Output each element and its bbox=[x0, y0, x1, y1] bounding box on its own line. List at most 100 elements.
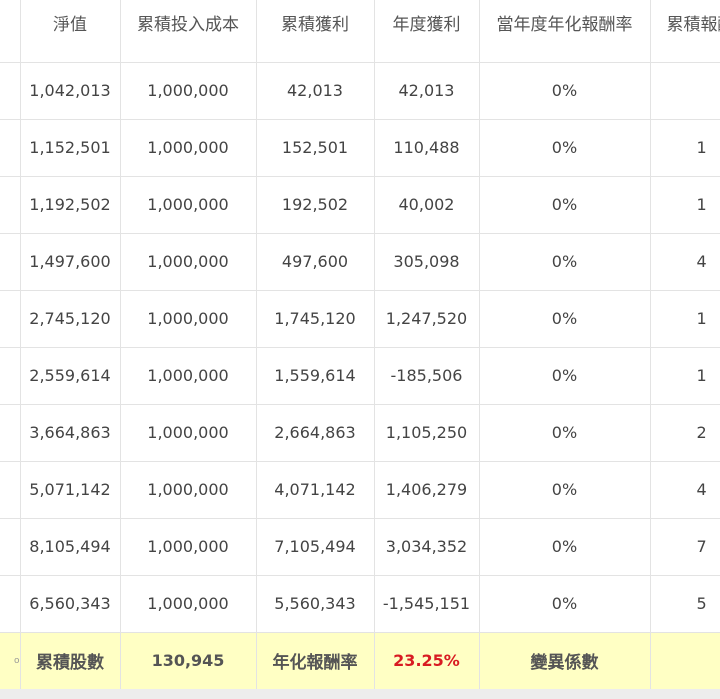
cell-cumulative-profit[interactable]: 2,664,863 bbox=[256, 404, 375, 462]
cell-cumulative-return[interactable]: 1 bbox=[650, 176, 720, 234]
shares-label: 累積股數 bbox=[20, 632, 121, 690]
header-cell-edge bbox=[0, 0, 21, 63]
table-row: 1,497,600 1,000,000 497,600 305,098 0% 4 bbox=[0, 233, 720, 291]
cell-cumulative-return[interactable]: 1 bbox=[650, 290, 720, 348]
cell-cumulative-profit[interactable]: 7,105,494 bbox=[256, 518, 375, 576]
cell-annualized-return[interactable]: 0% bbox=[479, 461, 651, 519]
cell-annual-profit[interactable]: -1,545,151 bbox=[374, 575, 480, 633]
cell-cumulative-cost[interactable]: 1,000,000 bbox=[120, 404, 257, 462]
cell-net-value[interactable]: 1,152,501 bbox=[20, 119, 121, 177]
cell-cumulative-cost[interactable]: 1,000,000 bbox=[120, 347, 257, 405]
header-cumulative-cost: 累積投入成本 bbox=[120, 0, 257, 63]
cell-net-value[interactable]: 8,105,494 bbox=[20, 518, 121, 576]
cell-annual-profit[interactable]: 40,002 bbox=[374, 176, 480, 234]
variation-value[interactable] bbox=[650, 632, 720, 690]
variation-label: 變異係數 bbox=[479, 632, 651, 690]
cell-edge[interactable] bbox=[0, 233, 21, 291]
cell-annualized-return[interactable]: 0% bbox=[479, 119, 651, 177]
cell-net-value[interactable]: 3,664,863 bbox=[20, 404, 121, 462]
summary-edge-cell: o bbox=[0, 632, 21, 690]
cell-net-value[interactable]: 2,559,614 bbox=[20, 347, 121, 405]
table-row: 2,745,120 1,000,000 1,745,120 1,247,520 0% 1 bbox=[0, 290, 720, 348]
table-row: 1,152,501 1,000,000 152,501 110,488 0% 1 bbox=[0, 119, 720, 177]
cell-edge[interactable] bbox=[0, 575, 21, 633]
cell-cumulative-profit[interactable]: 4,071,142 bbox=[256, 461, 375, 519]
investment-table: 淨值 累積投入成本 累積獲利 年度獲利 當年度年化報酬率 累積報酬 1,042,… bbox=[0, 0, 720, 690]
cell-cumulative-profit[interactable]: 42,013 bbox=[256, 62, 375, 120]
cell-cumulative-cost[interactable]: 1,000,000 bbox=[120, 62, 257, 120]
cell-cumulative-cost[interactable]: 1,000,000 bbox=[120, 461, 257, 519]
header-cumulative-return: 累積報酬 bbox=[650, 0, 720, 63]
cell-cumulative-return[interactable]: 7 bbox=[650, 518, 720, 576]
cell-annual-profit[interactable]: -185,506 bbox=[374, 347, 480, 405]
cell-annual-profit[interactable]: 305,098 bbox=[374, 233, 480, 291]
cell-cumulative-cost[interactable]: 1,000,000 bbox=[120, 290, 257, 348]
cell-annual-profit[interactable]: 1,247,520 bbox=[374, 290, 480, 348]
cell-net-value[interactable]: 2,745,120 bbox=[20, 290, 121, 348]
annual-return-value[interactable]: 23.25% bbox=[374, 632, 480, 690]
spreadsheet-viewport: 淨值 累積投入成本 累積獲利 年度獲利 當年度年化報酬率 累積報酬 1,042,… bbox=[0, 0, 720, 699]
cell-net-value[interactable]: 1,497,600 bbox=[20, 233, 121, 291]
cell-annualized-return[interactable]: 0% bbox=[479, 176, 651, 234]
summary-row: o 累積股數 130,945 年化報酬率 23.25% 變異係數 bbox=[0, 632, 720, 690]
cell-annual-profit[interactable]: 110,488 bbox=[374, 119, 480, 177]
cell-cumulative-profit[interactable]: 1,559,614 bbox=[256, 347, 375, 405]
header-row: 淨值 累積投入成本 累積獲利 年度獲利 當年度年化報酬率 累積報酬 bbox=[0, 0, 720, 63]
table-body: 1,042,013 1,000,000 42,013 42,013 0% 1,152,50… bbox=[0, 62, 720, 633]
table-row: 8,105,494 1,000,000 7,105,494 3,034,352 0% 7 bbox=[0, 518, 720, 576]
cell-cumulative-return[interactable]: 1 bbox=[650, 119, 720, 177]
header-annual-profit: 年度獲利 bbox=[374, 0, 480, 63]
cell-annualized-return[interactable]: 0% bbox=[479, 347, 651, 405]
header-annualized-return: 當年度年化報酬率 bbox=[479, 0, 651, 63]
cell-net-value[interactable]: 5,071,142 bbox=[20, 461, 121, 519]
annual-return-label: 年化報酬率 bbox=[256, 632, 375, 690]
cell-annualized-return[interactable]: 0% bbox=[479, 62, 651, 120]
cell-net-value[interactable]: 6,560,343 bbox=[20, 575, 121, 633]
cell-cumulative-profit[interactable]: 5,560,343 bbox=[256, 575, 375, 633]
cell-edge[interactable] bbox=[0, 119, 21, 177]
cell-cumulative-cost[interactable]: 1,000,000 bbox=[120, 119, 257, 177]
cell-edge[interactable] bbox=[0, 290, 21, 348]
cell-cumulative-return[interactable]: 5 bbox=[650, 575, 720, 633]
horizontal-scroll-track[interactable] bbox=[0, 689, 720, 699]
cell-annualized-return[interactable]: 0% bbox=[479, 233, 651, 291]
cell-edge[interactable] bbox=[0, 62, 21, 120]
cell-cumulative-return[interactable]: 4 bbox=[650, 233, 720, 291]
cell-annualized-return[interactable]: 0% bbox=[479, 575, 651, 633]
cell-cumulative-profit[interactable]: 192,502 bbox=[256, 176, 375, 234]
cell-cumulative-return[interactable]: 4 bbox=[650, 461, 720, 519]
header-cumulative-profit: 累積獲利 bbox=[256, 0, 375, 63]
shares-value[interactable]: 130,945 bbox=[120, 632, 257, 690]
cell-annualized-return[interactable]: 0% bbox=[479, 290, 651, 348]
table-row: 2,559,614 1,000,000 1,559,614 -185,506 0% 1 bbox=[0, 347, 720, 405]
table-row: 5,071,142 1,000,000 4,071,142 1,406,279 0% 4 bbox=[0, 461, 720, 519]
cell-cumulative-cost[interactable]: 1,000,000 bbox=[120, 233, 257, 291]
cell-annual-profit[interactable]: 1,105,250 bbox=[374, 404, 480, 462]
cell-cumulative-return[interactable]: 2 bbox=[650, 404, 720, 462]
table-row: 1,192,502 1,000,000 192,502 40,002 0% 1 bbox=[0, 176, 720, 234]
cell-edge[interactable] bbox=[0, 518, 21, 576]
cell-net-value[interactable]: 1,042,013 bbox=[20, 62, 121, 120]
table-row: 6,560,343 1,000,000 5,560,343 -1,545,151 0% 5 bbox=[0, 575, 720, 633]
cell-annualized-return[interactable]: 0% bbox=[479, 518, 651, 576]
cell-cumulative-profit[interactable]: 1,745,120 bbox=[256, 290, 375, 348]
cell-cumulative-cost[interactable]: 1,000,000 bbox=[120, 518, 257, 576]
cell-annual-profit[interactable]: 1,406,279 bbox=[374, 461, 480, 519]
cell-net-value[interactable]: 1,192,502 bbox=[20, 176, 121, 234]
cell-annual-profit[interactable]: 3,034,352 bbox=[374, 518, 480, 576]
cell-cumulative-return[interactable] bbox=[650, 62, 720, 120]
cell-cumulative-cost[interactable]: 1,000,000 bbox=[120, 176, 257, 234]
table-row: 1,042,013 1,000,000 42,013 42,013 0% bbox=[0, 62, 720, 120]
cell-edge[interactable] bbox=[0, 176, 21, 234]
header-net-value: 淨值 bbox=[20, 0, 121, 63]
cell-edge[interactable] bbox=[0, 404, 21, 462]
cell-annualized-return[interactable]: 0% bbox=[479, 404, 651, 462]
cell-cumulative-profit[interactable]: 497,600 bbox=[256, 233, 375, 291]
cell-edge[interactable] bbox=[0, 347, 21, 405]
cell-edge[interactable] bbox=[0, 461, 21, 519]
cell-annual-profit[interactable]: 42,013 bbox=[374, 62, 480, 120]
cell-cumulative-return[interactable]: 1 bbox=[650, 347, 720, 405]
cell-cumulative-cost[interactable]: 1,000,000 bbox=[120, 575, 257, 633]
table-row: 3,664,863 1,000,000 2,664,863 1,105,250 0% 2 bbox=[0, 404, 720, 462]
cell-cumulative-profit[interactable]: 152,501 bbox=[256, 119, 375, 177]
